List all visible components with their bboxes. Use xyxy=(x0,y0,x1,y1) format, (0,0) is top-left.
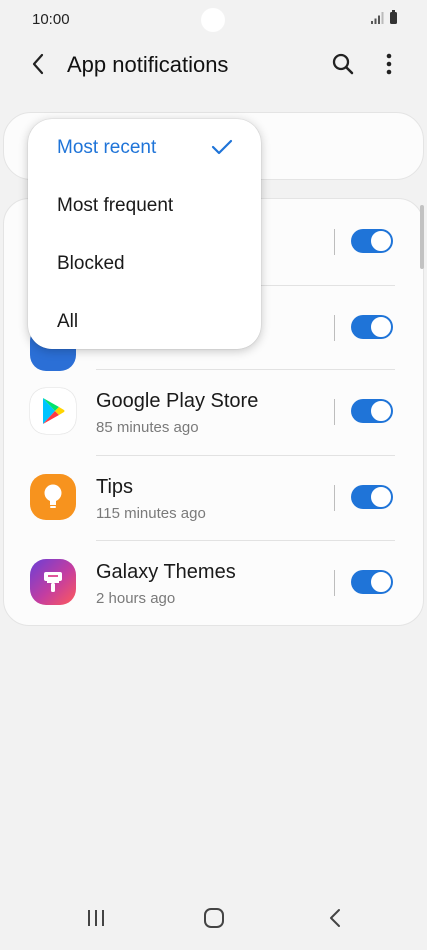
home-icon xyxy=(204,908,224,928)
list-item[interactable]: Tips 115 minutes ago xyxy=(4,455,423,541)
toggle-knob xyxy=(370,316,392,338)
more-vert-icon xyxy=(386,53,392,75)
back-button[interactable] xyxy=(24,50,52,78)
sort-dropdown-menu: Most recent Most frequent Blocked All xyxy=(28,119,261,349)
front-camera xyxy=(201,8,225,32)
menu-item-most-frequent[interactable]: Most frequent xyxy=(28,177,261,235)
back-nav-icon xyxy=(330,909,340,927)
divider xyxy=(96,369,395,370)
list-item[interactable]: Galaxy Themes 2 hours ago xyxy=(4,540,423,626)
divider xyxy=(96,540,395,541)
app-time: 115 minutes ago xyxy=(96,505,206,522)
menu-item-all[interactable]: All xyxy=(28,293,261,351)
navigation-bar xyxy=(0,894,427,950)
back-icon xyxy=(32,53,44,75)
page-title: App notifications xyxy=(67,52,229,77)
tips-bulb-icon xyxy=(30,474,76,520)
notification-toggle[interactable] xyxy=(351,315,393,339)
toggle-knob xyxy=(370,571,392,593)
app-name: Galaxy Themes xyxy=(96,561,236,583)
status-icons xyxy=(371,10,397,24)
notification-toggle[interactable] xyxy=(351,485,393,509)
more-options-button[interactable] xyxy=(375,50,403,78)
separator xyxy=(334,229,335,255)
app-bar: App notifications xyxy=(0,42,427,88)
home-button[interactable] xyxy=(202,906,226,930)
app-time: 2 hours ago xyxy=(96,590,176,607)
search-button[interactable] xyxy=(329,50,357,78)
battery-icon xyxy=(390,10,397,24)
separator xyxy=(334,485,335,511)
divider xyxy=(96,455,395,456)
menu-item-label: Most recent xyxy=(57,137,157,158)
separator xyxy=(334,399,335,425)
menu-item-label: Blocked xyxy=(57,253,125,274)
app-name: Google Play Store xyxy=(96,390,259,412)
list-item[interactable]: Google Play Store 85 minutes ago xyxy=(4,369,423,455)
check-icon xyxy=(211,139,233,155)
galaxy-themes-icon xyxy=(30,559,76,605)
scrollbar[interactable] xyxy=(420,205,424,269)
signal-icon xyxy=(371,12,384,24)
search-icon xyxy=(332,53,354,75)
toggle-knob xyxy=(370,230,392,252)
status-bar: 10:00 xyxy=(0,0,427,38)
toggle-knob xyxy=(370,486,392,508)
menu-item-label: Most frequent xyxy=(57,195,174,216)
status-time: 10:00 xyxy=(32,11,70,28)
menu-item-blocked[interactable]: Blocked xyxy=(28,235,261,293)
recents-icon xyxy=(88,910,104,926)
app-time: 85 minutes ago xyxy=(96,419,199,436)
separator xyxy=(334,315,335,341)
menu-item-most-recent[interactable]: Most recent xyxy=(28,119,261,177)
back-nav-button[interactable] xyxy=(323,906,347,930)
google-play-icon xyxy=(30,388,76,434)
app-name: Tips xyxy=(96,476,134,498)
notification-toggle[interactable] xyxy=(351,570,393,594)
separator xyxy=(334,570,335,596)
menu-item-label: All xyxy=(57,311,79,332)
recents-button[interactable] xyxy=(84,906,108,930)
notification-toggle[interactable] xyxy=(351,399,393,423)
phone-screen: 10:00 App notifications Google Play Stor… xyxy=(0,0,427,950)
toggle-knob xyxy=(370,400,392,422)
notification-toggle[interactable] xyxy=(351,229,393,253)
